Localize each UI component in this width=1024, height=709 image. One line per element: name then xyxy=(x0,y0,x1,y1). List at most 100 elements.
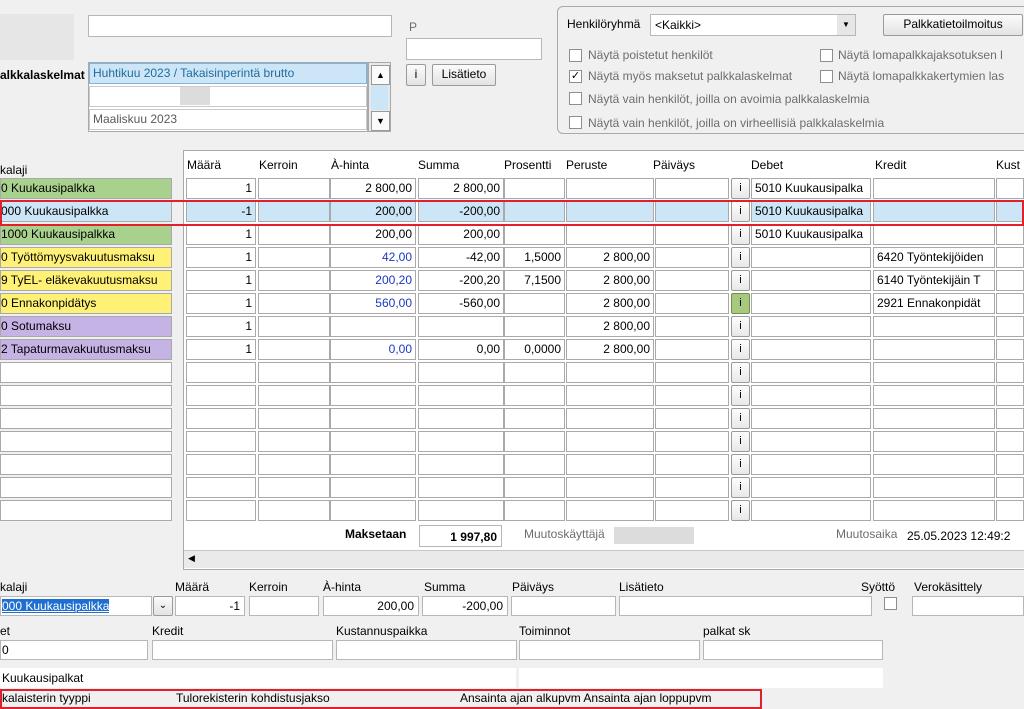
row-info-button[interactable]: i xyxy=(731,247,750,268)
scroll-down-icon[interactable]: ▼ xyxy=(371,111,390,131)
row-palkkalaji[interactable] xyxy=(0,362,172,383)
cell-peruste[interactable] xyxy=(566,178,654,199)
ahinta-field[interactable]: 200,00 xyxy=(323,596,419,616)
row-info-button[interactable]: i xyxy=(731,362,750,383)
row-palkkalaji[interactable]: 9 TyEL- eläkevakuutusmaksu xyxy=(0,270,172,291)
cell-kust[interactable] xyxy=(996,316,1024,337)
cell-maara[interactable]: 1 xyxy=(186,178,256,199)
cell-maara[interactable] xyxy=(186,477,256,498)
cell-ahinta[interactable] xyxy=(330,408,416,429)
cell-paivays[interactable] xyxy=(655,431,729,452)
row-info-button[interactable]: i xyxy=(731,339,750,360)
cell-summa[interactable] xyxy=(418,362,504,383)
cell-prosentti[interactable] xyxy=(504,477,565,498)
kredit-field[interactable] xyxy=(152,640,333,660)
cell-ahinta[interactable] xyxy=(330,477,416,498)
cell-peruste[interactable]: 2 800,00 xyxy=(566,270,654,291)
checkbox-lomakertymat[interactable] xyxy=(820,70,833,83)
cell-ahinta[interactable]: 42,00 xyxy=(330,247,416,268)
cell-debet[interactable] xyxy=(751,316,871,337)
cell-kust[interactable] xyxy=(996,224,1024,245)
debet-field[interactable]: 0 xyxy=(0,640,148,660)
cell-summa[interactable]: -42,00 xyxy=(418,247,504,268)
syotto-checkbox[interactable] xyxy=(884,597,897,610)
cell-debet[interactable] xyxy=(751,247,871,268)
cell-prosentti[interactable]: 1,5000 xyxy=(504,247,565,268)
cell-kerroin[interactable] xyxy=(258,178,330,199)
cell-ahinta[interactable] xyxy=(330,431,416,452)
cell-kredit[interactable] xyxy=(873,500,995,521)
cell-kerroin[interactable] xyxy=(258,224,330,245)
cell-debet[interactable] xyxy=(751,293,871,314)
cell-peruste[interactable] xyxy=(566,454,654,475)
name-field-left[interactable] xyxy=(0,14,74,60)
cell-prosentti[interactable] xyxy=(504,316,565,337)
cell-maara[interactable]: 1 xyxy=(186,316,256,337)
checkbox-poistetut[interactable] xyxy=(569,49,582,62)
cell-debet[interactable] xyxy=(751,339,871,360)
cell-kust[interactable] xyxy=(996,454,1024,475)
cell-paivays[interactable] xyxy=(655,477,729,498)
cell-debet[interactable] xyxy=(751,408,871,429)
calc-item-selected[interactable]: Huhtikuu 2023 / Takaisinperintä brutto xyxy=(89,63,367,84)
row-info-button[interactable]: i xyxy=(731,224,750,245)
cell-paivays[interactable] xyxy=(655,454,729,475)
cell-kust[interactable] xyxy=(996,293,1024,314)
row-palkkalaji[interactable] xyxy=(0,408,172,429)
cell-kust[interactable] xyxy=(996,500,1024,521)
summa-field[interactable]: -200,00 xyxy=(422,596,508,616)
cell-ahinta[interactable]: 2 800,00 xyxy=(330,178,416,199)
cell-maara[interactable]: 1 xyxy=(186,339,256,360)
cell-kredit[interactable] xyxy=(873,316,995,337)
cell-ahinta[interactable] xyxy=(330,500,416,521)
cell-kredit[interactable] xyxy=(873,224,995,245)
cell-peruste[interactable] xyxy=(566,431,654,452)
palkkatietoilmoitus-button[interactable]: Palkkatietoilmoitus xyxy=(883,14,1023,36)
checkbox-avoimia[interactable] xyxy=(569,92,582,105)
cell-prosentti[interactable]: 0,0000 xyxy=(504,339,565,360)
row-palkkalaji[interactable] xyxy=(0,500,172,521)
cell-kredit[interactable] xyxy=(873,454,995,475)
cell-paivays[interactable] xyxy=(655,247,729,268)
cell-debet[interactable] xyxy=(751,477,871,498)
cell-paivays[interactable] xyxy=(655,362,729,383)
scroll-up-icon[interactable]: ▲ xyxy=(371,65,390,85)
cell-debet[interactable] xyxy=(751,270,871,291)
row-info-button[interactable]: i xyxy=(731,316,750,337)
cell-kredit[interactable] xyxy=(873,477,995,498)
cell-prosentti[interactable] xyxy=(504,178,565,199)
cell-ahinta[interactable] xyxy=(330,316,416,337)
cell-kerroin[interactable] xyxy=(258,270,330,291)
cell-kredit[interactable] xyxy=(873,178,995,199)
cell-debet[interactable] xyxy=(751,385,871,406)
cell-peruste[interactable]: 2 800,00 xyxy=(566,339,654,360)
row-palkkalaji[interactable] xyxy=(0,477,172,498)
row-info-button[interactable]: i xyxy=(731,408,750,429)
cell-kredit[interactable] xyxy=(873,431,995,452)
row-palkkalaji[interactable]: 1000 Kuukausipalkka xyxy=(0,224,172,245)
group-select[interactable]: <Kaikki> ▼ xyxy=(650,14,856,36)
row-palkkalaji[interactable] xyxy=(0,385,172,406)
cell-prosentti[interactable]: 7,1500 xyxy=(504,270,565,291)
cell-kredit[interactable] xyxy=(873,362,995,383)
cell-peruste[interactable] xyxy=(566,385,654,406)
cell-kerroin[interactable] xyxy=(258,293,330,314)
cell-prosentti[interactable] xyxy=(504,385,565,406)
cell-summa[interactable]: 2 800,00 xyxy=(418,178,504,199)
cell-kust[interactable] xyxy=(996,362,1024,383)
cell-paivays[interactable] xyxy=(655,408,729,429)
cell-debet[interactable] xyxy=(751,454,871,475)
row-info-button[interactable]: i xyxy=(731,293,750,314)
cell-prosentti[interactable] xyxy=(504,500,565,521)
cell-maara[interactable]: 1 xyxy=(186,247,256,268)
cell-summa[interactable] xyxy=(418,385,504,406)
cell-maara[interactable] xyxy=(186,431,256,452)
row-palkkalaji[interactable] xyxy=(0,431,172,452)
cell-kredit[interactable] xyxy=(873,408,995,429)
cell-peruste[interactable]: 2 800,00 xyxy=(566,316,654,337)
cell-maara[interactable] xyxy=(186,500,256,521)
cell-kerroin[interactable] xyxy=(258,454,330,475)
row-palkkalaji[interactable]: 0 Kuukausipalkka xyxy=(0,178,172,199)
cell-kerroin[interactable] xyxy=(258,477,330,498)
cell-kust[interactable] xyxy=(996,385,1024,406)
